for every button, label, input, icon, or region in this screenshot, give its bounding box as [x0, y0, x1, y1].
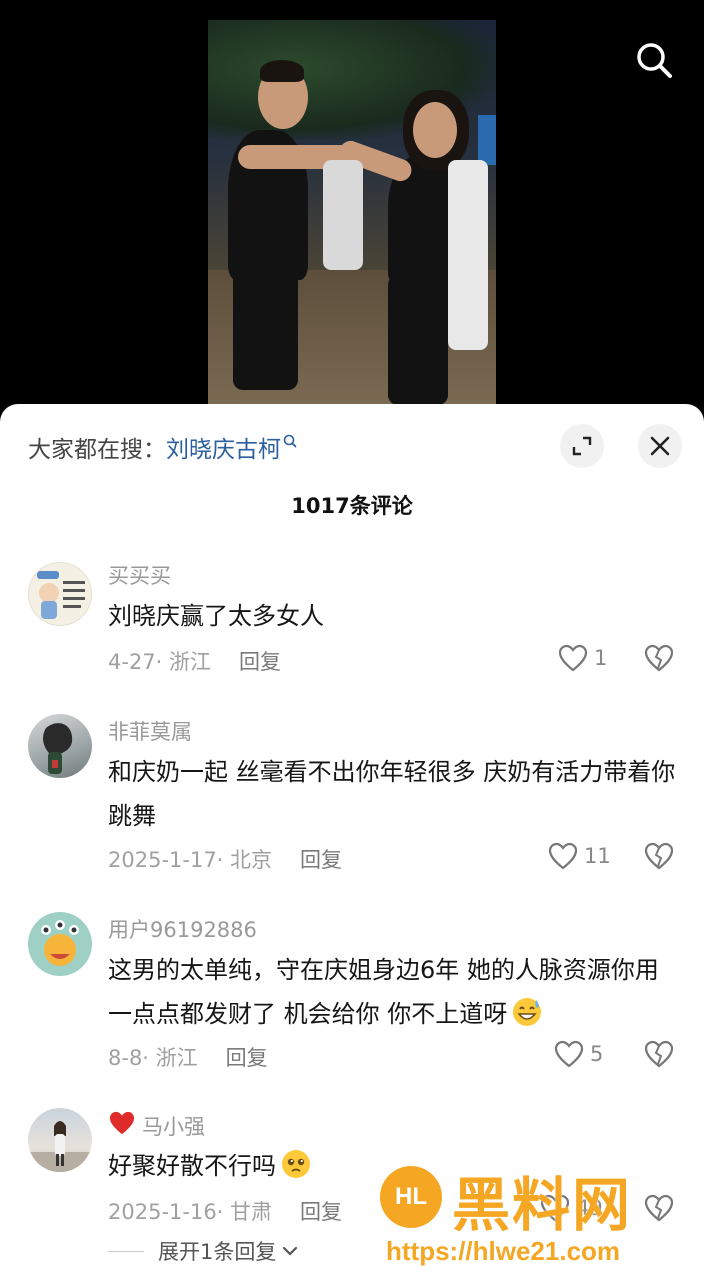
avatar[interactable]: [28, 714, 92, 778]
like-button[interactable]: 5: [554, 1040, 603, 1068]
avatar[interactable]: [28, 1108, 92, 1172]
video-background-person: [323, 160, 363, 270]
comment-text-body: 好聚好散不行吗: [108, 1152, 276, 1180]
username[interactable]: 买买买: [108, 560, 171, 590]
broken-heart-icon: [644, 644, 674, 672]
heart-outline-icon: [540, 1194, 570, 1222]
dislike-button[interactable]: [644, 644, 674, 676]
video-man-legs: [233, 270, 298, 390]
comment-date-location: 4-27· 浙江: [108, 650, 212, 674]
divider: [108, 1250, 144, 1252]
comments-panel: 大家都在搜：刘晓庆古柯 1017条评论 买买买 刘晓庆赢了太多女人 4-27· …: [0, 404, 704, 1280]
heart-outline-icon: [554, 1040, 584, 1068]
search-icon: [283, 430, 297, 456]
video-woman-head: [413, 102, 457, 158]
like-count: 11: [584, 844, 611, 868]
comment-date-location: 8-8· 浙江: [108, 1046, 198, 1070]
comment-meta: 2025-1-17· 北京 回复: [108, 844, 342, 874]
comment-meta: 4-27· 浙江 回复: [108, 646, 281, 676]
search-button[interactable]: [632, 38, 676, 82]
video-frame[interactable]: [208, 20, 496, 405]
like-count: 49: [576, 1196, 603, 1220]
username[interactable]: 马小强: [142, 1111, 205, 1141]
chevron-down-icon: [282, 1245, 298, 1257]
comment-text: 刘晓庆赢了太多女人: [108, 602, 324, 630]
broken-heart-icon: [644, 1040, 674, 1068]
red-heart-icon: [108, 1110, 136, 1141]
comments-header: 大家都在搜：刘晓庆古柯: [0, 404, 704, 492]
broken-heart-icon: [644, 1194, 674, 1222]
reply-button[interactable]: 回复: [226, 1046, 268, 1070]
reply-button[interactable]: 回复: [300, 848, 342, 872]
close-button[interactable]: [638, 424, 682, 468]
comment-date-location: 2025-1-17· 北京: [108, 848, 273, 872]
username[interactable]: 非菲莫属: [108, 716, 192, 746]
comment-text: 和庆奶一起 丝毫看不出你年轻很多 庆奶有活力带着你跳舞: [108, 758, 676, 830]
like-count: 5: [590, 1042, 604, 1066]
everyone-searching-link[interactable]: 大家都在搜：刘晓庆古柯: [28, 430, 297, 464]
avatar[interactable]: [28, 562, 92, 626]
comment-text-body: 这男的太单纯，守在庆姐身边6年 她的人脉资源你用一点点都发财了 机会给你 你不上…: [108, 956, 659, 1028]
close-icon: [650, 436, 670, 456]
comment-text: 好聚好散不行吗: [108, 1144, 678, 1194]
like-button[interactable]: 1: [558, 644, 607, 672]
username[interactable]: 用户96192886: [108, 914, 257, 944]
heart-outline-icon: [558, 644, 588, 672]
username-row[interactable]: 马小强: [108, 1110, 205, 1141]
like-count: 1: [594, 646, 608, 670]
reply-button[interactable]: 回复: [239, 650, 281, 674]
like-button[interactable]: 49: [540, 1194, 603, 1222]
expand-icon: [572, 436, 592, 456]
search-icon: [637, 43, 672, 78]
video-player[interactable]: [0, 0, 704, 420]
comment-meta: 8-8· 浙江 回复: [108, 1042, 268, 1072]
comment-meta: 2025-1-16· 甘肃 回复: [108, 1196, 342, 1226]
like-button[interactable]: 11: [548, 842, 611, 870]
video-background-person: [448, 160, 488, 350]
video-man-hair: [260, 60, 304, 82]
comment-text: 这男的太单纯，守在庆姐身边6年 她的人脉资源你用一点点都发财了 机会给你 你不上…: [108, 948, 678, 1042]
comment-date-location: 2025-1-16· 甘肃: [108, 1200, 273, 1224]
everyone-searching-term[interactable]: 刘晓庆古柯: [166, 437, 281, 463]
expand-replies-button[interactable]: 展开1条回复: [108, 1236, 298, 1266]
pleading-face-emoji-icon: [280, 1148, 312, 1194]
heart-outline-icon: [548, 842, 578, 870]
dislike-button[interactable]: [644, 1194, 674, 1226]
sweat-smile-emoji-icon: [511, 996, 543, 1042]
avatar[interactable]: [28, 912, 92, 976]
video-background-sign: [478, 115, 496, 165]
video-woman-legs: [388, 275, 448, 405]
reply-button[interactable]: 回复: [300, 1200, 342, 1224]
dislike-button[interactable]: [644, 842, 674, 874]
broken-heart-icon: [644, 842, 674, 870]
everyone-searching-prefix: 大家都在搜：: [28, 437, 166, 463]
dislike-button[interactable]: [644, 1040, 674, 1072]
expand-replies-label: 展开1条回复: [158, 1240, 277, 1264]
expand-button[interactable]: [560, 424, 604, 468]
comment-count: 1017条评论: [291, 494, 413, 518]
